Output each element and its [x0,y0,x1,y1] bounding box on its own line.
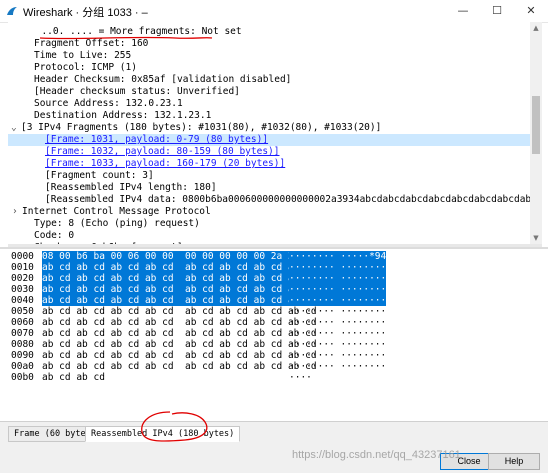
close-window-button[interactable]: ✕ [514,0,548,22]
detail-row[interactable]: › Internet Control Message Protocol [8,206,530,218]
ascii-bytes[interactable]: ········ ········ [289,350,386,361]
byte-offset: 0040 [11,295,34,306]
packet-bytes-pane[interactable]: 0000 08 00 b6 ba 00 06 00 00 00 00 00 00 … [8,249,542,421]
detail-row[interactable]: Type: 8 (Echo (ping) request) [8,218,530,230]
hex-bytes[interactable]: 08 00 b6 ba 00 06 00 00 00 00 00 00 00 2… [42,251,317,262]
ascii-bytes[interactable]: ········ ········ [289,262,387,273]
hex-bytes[interactable]: ab cd ab cd ab cd ab cd ab cd ab cd ab c… [42,306,317,317]
hex-bytes[interactable]: ab cd ab cd ab cd ab cd ab cd ab cd ab c… [42,295,317,306]
hex-bytes[interactable]: ab cd ab cd ab cd ab cd ab cd ab cd ab c… [42,317,317,328]
detail-vertical-scrollbar[interactable]: ▲ ▼ [530,22,542,244]
byte-offset: 0000 [11,251,34,262]
ascii-bytes[interactable]: ········ ········ [289,339,386,350]
ascii-bytes[interactable]: ········ ········ [289,328,386,339]
hex-bytes[interactable]: ab cd ab cd [42,372,105,383]
detail-row[interactable]: Header Checksum: 0x85af [validation disa… [8,74,530,86]
ascii-bytes[interactable]: ········ ········ [289,317,386,328]
byte-offset: 00b0 [11,372,34,383]
hex-bytes[interactable]: ab cd ab cd ab cd ab cd ab cd ab cd ab c… [42,262,317,273]
detail-row-text: Code: 0 [34,230,75,241]
tab-label: Reassembled IPv4 (180 bytes) [91,429,235,439]
detail-row[interactable]: [Header checksum status: Unverified] [8,86,530,98]
scroll-up-icon[interactable]: ▲ [530,22,542,34]
ascii-bytes[interactable]: ········ ········ [289,284,387,295]
detail-row[interactable]: Protocol: ICMP (1) [8,62,530,74]
hex-bytes[interactable]: ab cd ab cd ab cd ab cd ab cd ab cd ab c… [42,328,317,339]
tab-label: Frame (60 bytes) [14,429,96,439]
detail-row-text: [Header checksum status: Unverified] [34,86,240,97]
detail-row[interactable]: Destination Address: 132.1.23.1 [8,110,530,122]
tab-reassembled-ipv4[interactable]: Reassembled IPv4 (180 bytes) [85,426,241,442]
detail-row[interactable]: ⌄ [3 IPv4 Fragments (180 bytes): #1031(80… [8,122,530,134]
detail-row[interactable]: [Reassembled IPv4 data: 0800b6ba00060000… [8,194,530,206]
watermark-text: https://blog.csdn.net/qq_43237161 [292,449,461,461]
detail-row-text: [Reassembled IPv4 length: 180] [45,182,217,193]
detail-row[interactable]: Fragment Offset: 160 [8,38,530,50]
frame-link[interactable]: [Frame: 1032, payload: 80-159 (80 bytes)… [45,146,280,157]
hex-bytes[interactable]: ab cd ab cd ab cd ab cd ab cd ab cd ab c… [42,284,317,295]
ascii-bytes[interactable]: ········ ········ [289,306,386,317]
scroll-down-icon[interactable]: ▼ [530,232,542,244]
ascii-bytes[interactable]: ···· [289,372,312,383]
detail-row-text: Time to Live: 255 [34,50,132,61]
wireshark-fin-icon [7,7,17,15]
window-title: Wireshark · 分组 1033 · – [23,7,148,19]
detail-row[interactable]: ..0. .... = More fragments: Not set [8,26,530,38]
detail-row[interactable]: [Frame: 1032, payload: 80-159 (80 bytes)… [8,146,530,158]
byte-offset: 0080 [11,339,34,350]
detail-row-text: Source Address: 132.0.23.1 [34,98,183,109]
maximize-button[interactable]: ☐ [480,0,514,22]
byte-offset: 0030 [11,284,34,295]
detail-row-text: Type: 8 (Echo (ping) request) [34,218,200,229]
detail-row[interactable]: Time to Live: 255 [8,50,530,62]
detail-row-text: ..0. .... = More fragments: Not set [30,26,242,37]
detail-row-text: Destination Address: 132.1.23.1 [34,110,212,121]
ascii-bytes[interactable]: ········ ········ [289,361,386,372]
help-button[interactable]: Help [488,453,540,470]
expand-chevron-icon[interactable]: ⌄ [11,122,21,134]
title-bar: Wireshark · 分组 1033 · – — ☐ ✕ [0,0,548,23]
detail-row-text: Protocol: ICMP (1) [34,62,137,73]
detail-row-text: Header Checksum: 0x85af [validation disa… [34,74,292,85]
minimize-button[interactable]: — [446,0,480,22]
bottom-bar: Frame (60 bytes) Reassembled IPv4 (180 b… [0,421,548,473]
packet-detail-tree[interactable]: ..0. .... = More fragments: Not set Fragm… [8,22,530,244]
collapse-chevron-icon[interactable]: › [12,206,22,218]
detail-row[interactable]: [Fragment count: 3] [8,170,530,182]
hex-bytes[interactable]: ab cd ab cd ab cd ab cd ab cd ab cd ab c… [42,350,317,361]
byte-offset: 0010 [11,262,34,273]
detail-row[interactable]: [Frame: 1033, payload: 160-179 (20 bytes… [8,158,530,170]
ascii-bytes[interactable]: ········ ········ [289,273,387,284]
byte-offset: 0060 [11,317,34,328]
detail-row[interactable]: [Frame: 1031, payload: 0-79 (80 bytes)] [8,134,530,146]
detail-row-text: Internet Control Message Protocol [22,206,211,217]
detail-row-text: Fragment Offset: 160 [34,38,149,49]
detail-row-text: [Fragment count: 3] [45,170,154,181]
ascii-bytes[interactable]: ········ ·····*94 [289,251,387,262]
detail-row-text: [Reassembled IPv4 data: 0800b6ba00060000… [45,194,530,205]
detail-row[interactable]: Code: 0 [8,230,530,242]
ascii-bytes[interactable]: ········ ········ [289,295,387,306]
detail-row-text: [3 IPv4 Fragments (180 bytes): #1031(80)… [21,122,382,133]
frame-link[interactable]: [Frame: 1033, payload: 160-179 (20 bytes… [45,158,285,169]
hex-bytes[interactable]: ab cd ab cd ab cd ab cd ab cd ab cd ab c… [42,273,317,284]
hex-bytes[interactable]: ab cd ab cd ab cd ab cd ab cd ab cd ab c… [42,339,317,350]
byte-offset: 0070 [11,328,34,339]
detail-row[interactable]: Source Address: 132.0.23.1 [8,98,530,110]
frame-link[interactable]: [Frame: 1031, payload: 0-79 (80 bytes)] [45,134,268,145]
byte-offset: 0090 [11,350,34,361]
scrollbar-thumb[interactable] [532,96,540,154]
byte-offset: 0020 [11,273,34,284]
hex-bytes[interactable]: ab cd ab cd ab cd ab cd ab cd ab cd ab c… [42,361,317,372]
byte-offset: 0050 [11,306,34,317]
detail-row[interactable]: [Reassembled IPv4 length: 180] [8,182,530,194]
byte-offset: 00a0 [11,361,34,372]
